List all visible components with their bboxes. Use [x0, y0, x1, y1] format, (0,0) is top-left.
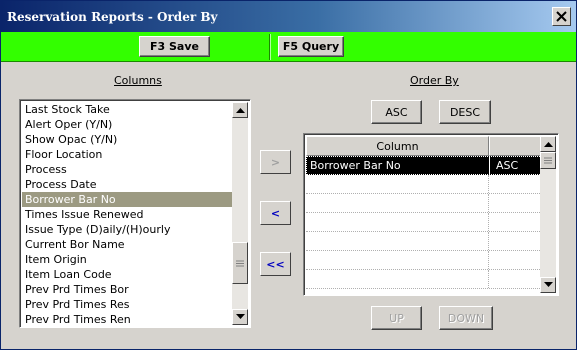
list-item[interactable]: Last Stock Take [22, 102, 233, 117]
columns-list-items: Last Stock Take Alert Oper (Y/N) Show Opac… [22, 102, 233, 327]
list-item[interactable]: Issue Type (D)aily/(H)ourly [22, 222, 233, 237]
window-title: Reservation Reports - Order By [7, 10, 218, 24]
desc-button[interactable]: DESC [439, 100, 491, 124]
direction-cell[interactable]: ASC [490, 157, 543, 175]
column-header[interactable]: Column [306, 136, 489, 156]
save-button[interactable]: F3 Save [139, 36, 210, 57]
direction-cell[interactable] [489, 213, 542, 231]
columns-list[interactable]: Last Stock Take Alert Oper (Y/N) Show Opac… [19, 99, 251, 328]
direction-cell[interactable] [489, 270, 542, 288]
list-item[interactable]: Prev Prd Times Ren [22, 312, 233, 327]
list-item[interactable]: Prev Prd Times Bor [22, 282, 233, 297]
move-down-button[interactable]: DOWN [439, 306, 493, 330]
grid-scroll-down-button[interactable] [540, 277, 556, 293]
scroll-up-button[interactable] [232, 102, 248, 118]
list-item[interactable]: Alert Oper (Y/N) [22, 117, 233, 132]
columns-heading: Columns [114, 74, 162, 87]
table-row[interactable] [306, 194, 542, 213]
list-item[interactable]: Item Origin [22, 252, 233, 267]
list-item[interactable]: Process [22, 162, 233, 177]
list-item[interactable]: Process Date [22, 177, 233, 192]
table-row[interactable] [306, 232, 542, 251]
scroll-up-icon [235, 108, 245, 113]
list-item[interactable]: Show Opac (Y/N) [22, 132, 233, 147]
grid-scroll-thumb[interactable] [540, 152, 556, 169]
column-cell[interactable] [306, 213, 489, 231]
table-row[interactable] [306, 270, 542, 289]
table-row[interactable] [306, 251, 542, 270]
query-button[interactable]: F5 Query [278, 36, 344, 57]
grid-scrollbar[interactable] [540, 136, 556, 293]
remove-all-columns-button[interactable]: << [260, 252, 291, 276]
toolbar: F3 Save F5 Query [1, 32, 576, 62]
scroll-thumb[interactable] [232, 242, 248, 284]
asc-button[interactable]: ASC [371, 100, 422, 124]
list-item[interactable]: Floor Location [22, 147, 233, 162]
table-row[interactable] [306, 213, 542, 232]
column-cell[interactable] [306, 251, 489, 269]
column-cell[interactable] [306, 270, 489, 288]
direction-cell[interactable] [489, 194, 542, 212]
grid-rows: Borrower Bar No ASC [306, 156, 542, 289]
direction-cell[interactable] [489, 175, 542, 193]
scroll-up-icon [543, 142, 553, 147]
grid-scroll-up-button[interactable] [540, 136, 556, 152]
title-bar[interactable]: Reservation Reports - Order By [1, 1, 576, 32]
scroll-down-icon [235, 314, 245, 319]
direction-cell[interactable] [489, 232, 542, 250]
list-item[interactable]: Borrower Bar No [22, 192, 233, 207]
grid-header: Column [306, 136, 542, 156]
grip-icon [236, 260, 244, 266]
list-item[interactable]: Current Bor Name [22, 237, 233, 252]
column-cell[interactable] [306, 175, 489, 193]
reservation-reports-window: Reservation Reports - Order By F3 Save F… [0, 0, 577, 350]
scroll-down-button[interactable] [232, 309, 248, 325]
close-button[interactable] [552, 7, 571, 26]
table-row[interactable] [306, 175, 542, 194]
column-cell[interactable]: Borrower Bar No [307, 157, 490, 175]
toolbar-separator [269, 34, 271, 60]
add-column-button[interactable]: > [260, 150, 291, 174]
column-cell[interactable] [306, 232, 489, 250]
order-by-grid[interactable]: Column Borrower Bar No ASC [303, 133, 559, 296]
direction-header[interactable] [489, 136, 542, 156]
scroll-down-icon [543, 282, 553, 287]
table-row[interactable]: Borrower Bar No ASC [306, 156, 542, 175]
order-by-heading: Order By [410, 74, 459, 87]
direction-cell[interactable] [489, 251, 542, 269]
list-item[interactable]: Item Loan Code [22, 267, 233, 282]
column-cell[interactable] [306, 194, 489, 212]
columns-scrollbar[interactable] [232, 102, 248, 325]
grip-icon [544, 157, 552, 164]
move-up-button[interactable]: UP [371, 306, 422, 330]
list-item[interactable]: Times Issue Renewed [22, 207, 233, 222]
remove-column-button[interactable]: < [260, 201, 291, 225]
close-icon [556, 11, 567, 22]
list-item[interactable]: Prev Prd Times Res [22, 297, 233, 312]
